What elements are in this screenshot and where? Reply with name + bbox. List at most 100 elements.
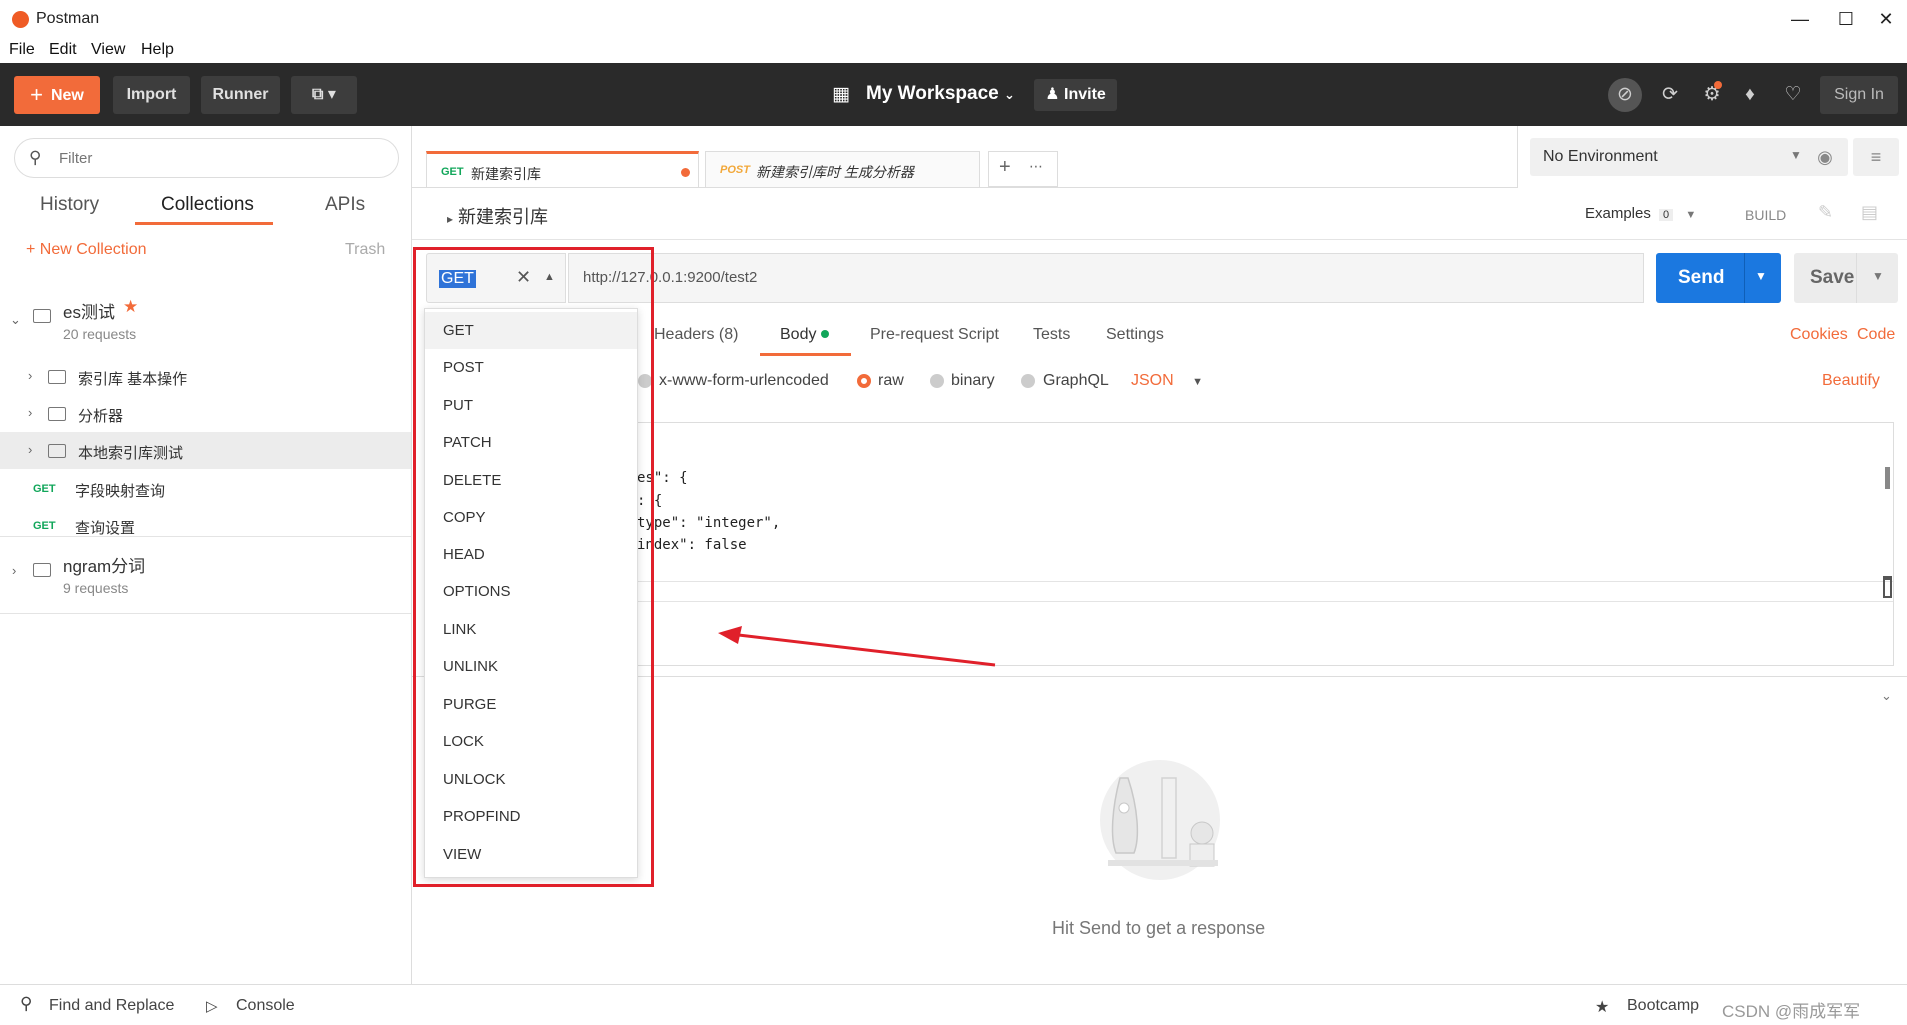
- caret-right-icon: ▸: [447, 212, 454, 226]
- search-icon: ⚲: [29, 148, 42, 167]
- chevron-down-icon: ⌄: [10, 312, 21, 327]
- divider: [1517, 126, 1518, 188]
- request-tab[interactable]: POST 新建索引库时 生成分析器: [705, 151, 980, 187]
- workspace-label: My Workspace: [866, 83, 999, 104]
- scrollbar-thumb[interactable]: [1885, 467, 1890, 489]
- request-title[interactable]: ▸ 新建索引库: [447, 203, 548, 229]
- caret-down-icon[interactable]: ▼: [1755, 269, 1767, 283]
- folder-row-selected[interactable]: › 本地索引库测试: [0, 432, 411, 469]
- tab-tests[interactable]: Tests: [1033, 326, 1070, 344]
- annotation-highlight-box: [413, 247, 654, 887]
- code-line: type": "integer",: [637, 515, 780, 531]
- environment-label: No Environment: [1543, 148, 1658, 165]
- more-icon[interactable]: ⋯: [1029, 158, 1043, 175]
- format-selector[interactable]: JSON ▼: [1131, 372, 1203, 390]
- url-input[interactable]: http://127.0.0.1:9200/test2: [568, 253, 1644, 303]
- add-tab-icon[interactable]: +: [999, 156, 1011, 179]
- chevron-right-icon: ›: [28, 405, 33, 420]
- maximize-icon[interactable]: ☐: [1826, 6, 1866, 32]
- sidebar: ⚲ History Collections APIs + New Collect…: [0, 126, 412, 984]
- request-label: 字段映射查询: [75, 483, 166, 500]
- tab-collections[interactable]: Collections: [161, 194, 254, 216]
- workspace-grid-icon: ▦: [832, 84, 850, 105]
- menu-view[interactable]: View: [91, 41, 125, 59]
- sliders-icon[interactable]: ≡: [1853, 138, 1899, 176]
- collection-row[interactable]: ⌄ es测试 ★ 20 requests: [0, 284, 411, 356]
- tab-headers[interactable]: Headers (8): [654, 326, 738, 344]
- send-button[interactable]: Send ▼: [1656, 253, 1781, 303]
- radio-binary[interactable]: [930, 374, 944, 388]
- resize-handle[interactable]: [1883, 576, 1892, 598]
- folder-row[interactable]: › 索引库 基本操作: [0, 358, 411, 395]
- collection-row[interactable]: › ngram分词 9 requests: [0, 538, 411, 610]
- request-row[interactable]: GET 字段映射查询: [0, 470, 411, 507]
- new-collection-button[interactable]: + New Collection: [26, 241, 147, 259]
- option-urlencoded[interactable]: x-www-form-urlencoded: [659, 372, 829, 390]
- tab-apis[interactable]: APIs: [325, 194, 365, 216]
- environment-selector[interactable]: No Environment ▼: [1530, 138, 1813, 176]
- save-button[interactable]: Save ▼: [1794, 253, 1898, 303]
- invite-button[interactable]: ♟ Invite: [1034, 79, 1117, 111]
- minimize-icon[interactable]: —: [1780, 6, 1820, 32]
- heart-icon[interactable]: ♡: [1779, 81, 1807, 109]
- filter-field[interactable]: ⚲: [14, 138, 399, 178]
- find-replace-button[interactable]: Find and Replace: [49, 997, 174, 1015]
- workspace-selector[interactable]: My Workspace ⌄: [866, 83, 1015, 105]
- satellite-icon[interactable]: ⟳: [1656, 81, 1684, 109]
- tab-history[interactable]: History: [40, 194, 99, 216]
- notification-dot: [1714, 81, 1722, 89]
- method-badge: GET: [33, 520, 56, 532]
- radio-raw[interactable]: [857, 374, 871, 388]
- caret-down-icon: ▼: [1790, 148, 1802, 162]
- caret-down-icon: ▼: [1192, 376, 1204, 388]
- app-header: + New Import Runner ⧉ ▾ ▦ My Workspace ⌄ …: [0, 63, 1907, 126]
- radio-graphql[interactable]: [1021, 374, 1035, 388]
- comments-icon[interactable]: ▤: [1861, 202, 1878, 223]
- option-graphql[interactable]: GraphQL: [1043, 372, 1109, 390]
- build-button[interactable]: BUILD: [1745, 207, 1786, 223]
- sign-in-button[interactable]: Sign In: [1820, 76, 1898, 114]
- tab-name: 新建索引库时 生成分析器: [756, 164, 914, 180]
- close-icon[interactable]: ✕: [1866, 6, 1906, 32]
- request-title-text: 新建索引库: [458, 207, 549, 227]
- runner-button[interactable]: Runner: [201, 76, 280, 114]
- star-icon[interactable]: ★: [123, 297, 138, 317]
- tab-settings[interactable]: Settings: [1106, 326, 1164, 344]
- cookies-link[interactable]: Cookies: [1790, 326, 1848, 344]
- sync-off-icon[interactable]: ⊘: [1608, 78, 1642, 112]
- method-badge: POST: [720, 164, 750, 176]
- eye-icon[interactable]: ◉: [1802, 138, 1848, 176]
- folder-label: 本地索引库测试: [78, 445, 184, 462]
- console-button[interactable]: Console: [236, 997, 295, 1015]
- tab-pre-request-script[interactable]: Pre-request Script: [870, 326, 999, 344]
- menu-file[interactable]: File: [9, 41, 35, 59]
- trash-button[interactable]: Trash: [345, 241, 385, 259]
- chevron-right-icon: ›: [28, 368, 33, 383]
- title-bar: Postman — ☐ ✕: [0, 0, 1907, 38]
- menu-help[interactable]: Help: [141, 41, 174, 59]
- code-link[interactable]: Code: [1857, 326, 1895, 344]
- menu-edit[interactable]: Edit: [49, 41, 77, 59]
- user-add-icon: ♟: [1045, 86, 1060, 103]
- new-button[interactable]: + New: [14, 76, 100, 114]
- caret-down-icon[interactable]: ▼: [1872, 269, 1884, 283]
- option-raw[interactable]: raw: [878, 372, 904, 390]
- tab-body[interactable]: Body: [780, 326, 829, 344]
- chevron-down-icon[interactable]: ⌄: [1881, 688, 1892, 704]
- method-badge: GET: [33, 483, 56, 495]
- option-binary[interactable]: binary: [951, 372, 995, 390]
- bootcamp-button[interactable]: Bootcamp: [1627, 997, 1699, 1015]
- bell-icon[interactable]: ♦: [1736, 81, 1764, 109]
- examples-dropdown[interactable]: Examples 0 ▼: [1585, 205, 1696, 222]
- collection-icon: [33, 563, 51, 577]
- beautify-link[interactable]: Beautify: [1822, 372, 1880, 390]
- import-button[interactable]: Import: [113, 76, 190, 114]
- edit-icon[interactable]: ✎: [1818, 202, 1833, 223]
- watermark-text: CSDN @雨成军军: [1722, 1002, 1861, 1021]
- divider: [0, 536, 411, 537]
- request-tab-active[interactable]: GET 新建索引库: [426, 151, 699, 187]
- folder-row[interactable]: › 分析器: [0, 395, 411, 432]
- new-window-button[interactable]: ⧉ ▾: [291, 76, 357, 114]
- chevron-down-icon: ⌄: [1003, 87, 1015, 102]
- filter-input[interactable]: [59, 147, 379, 169]
